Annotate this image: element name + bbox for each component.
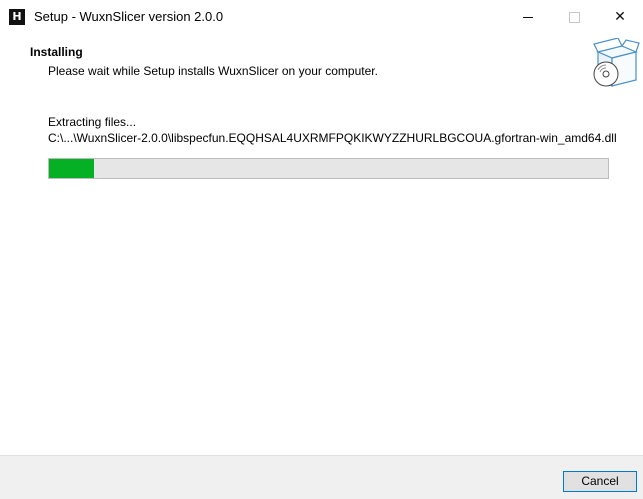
minimize-button[interactable] [505, 0, 551, 34]
current-file-path: C:\...\WuxnSlicer-2.0.0\libspecfun.EQQHS… [48, 131, 617, 145]
progress-bar [48, 158, 609, 179]
minimize-icon [523, 16, 533, 18]
cancel-button[interactable]: Cancel [563, 471, 637, 492]
progress-fill [49, 159, 94, 178]
title-bar: H Setup - WuxnSlicer version 2.0.0 ✕ [0, 0, 643, 34]
app-icon: H [9, 9, 25, 25]
status-label: Extracting files... [48, 115, 137, 129]
window-title: Setup - WuxnSlicer version 2.0.0 [34, 9, 224, 24]
box-with-cd-icon [593, 38, 640, 87]
close-button[interactable]: ✕ [597, 0, 643, 34]
maximize-icon [568, 11, 580, 23]
close-icon: ✕ [614, 9, 626, 25]
wizard-footer: Cancel [0, 456, 643, 499]
page-title: Installing [30, 45, 83, 59]
wizard-header: Installing Please wait while Setup insta… [0, 34, 643, 92]
page-subtitle: Please wait while Setup installs WuxnSli… [48, 64, 378, 78]
maximize-button [551, 0, 597, 34]
